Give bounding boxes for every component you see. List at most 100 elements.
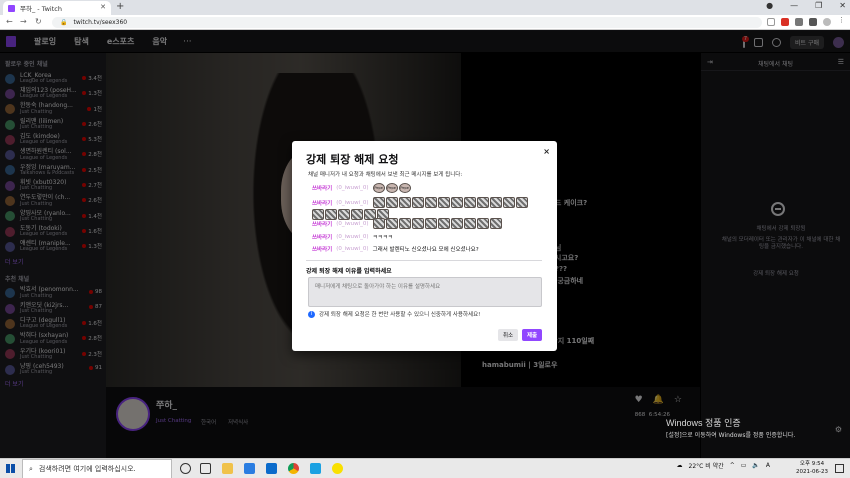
- taskbar-search-placeholder: 검색하려면 여기에 입력하십시오.: [38, 465, 136, 473]
- cortana-icon[interactable]: [180, 463, 191, 474]
- message-user: 쓰바라기: [312, 186, 333, 192]
- emote-icon: [424, 218, 437, 229]
- message-user: 쓰바라기: [312, 247, 333, 253]
- address-bar-row: ← → ↻ 🔒 twitch.tv/seex360 ⋮: [0, 15, 850, 30]
- ime-indicator[interactable]: A: [766, 462, 770, 469]
- kakaotalk-icon[interactable]: [332, 463, 343, 474]
- store-icon[interactable]: [244, 463, 255, 474]
- volume-icon[interactable]: 🔈: [752, 462, 759, 469]
- emote-icon: [372, 197, 385, 208]
- emote-icon: [398, 218, 411, 229]
- windows-start-icon[interactable]: [6, 464, 15, 473]
- emote-icon: [463, 197, 476, 208]
- close-window-icon[interactable]: ✕: [839, 1, 846, 10]
- message-text: ㅋㅋㅋㅋ: [372, 235, 393, 241]
- submit-button[interactable]: 제출: [522, 329, 542, 341]
- star-icon[interactable]: [767, 18, 775, 26]
- taskbar-search[interactable]: ⌕ 검색하려면 여기에 입력하십시오.: [22, 459, 172, 478]
- info-icon: i: [308, 310, 315, 318]
- profile-avatar-icon[interactable]: [823, 18, 831, 26]
- task-view-icon[interactable]: [200, 463, 211, 474]
- modal-title: 강제 퇴장 해제 요청: [306, 153, 399, 166]
- emote-icon: [450, 197, 463, 208]
- emote-icon: [476, 218, 489, 229]
- back-icon[interactable]: ←: [6, 17, 13, 26]
- emote-icon: [411, 218, 424, 229]
- pepe-emote-icon: Pepe: [385, 183, 398, 193]
- emote-icon: [515, 197, 528, 208]
- mail-icon[interactable]: [266, 463, 277, 474]
- message-user-id: (0_iwuwi_0): [336, 220, 369, 227]
- lock-icon: 🔒: [60, 19, 68, 26]
- pepe-emote-icon: Pepe: [372, 183, 385, 193]
- edge-icon[interactable]: [310, 463, 321, 474]
- windows-activation-subtitle: [설정]으로 이동하여 Windows를 정품 인증합니다.: [666, 432, 796, 439]
- emote-icon: [463, 218, 476, 229]
- taskbar-clock[interactable]: 오후 9:54 2021-06-23: [796, 461, 828, 476]
- file-explorer-icon[interactable]: [222, 463, 233, 474]
- message-user: 쓰바라기: [312, 200, 333, 207]
- windows-activation-title: Windows 정품 인증: [666, 418, 741, 428]
- message-row: 쓰바라기 (0_iwuwi_0) ㅋㅋㅋㅋ: [312, 233, 538, 241]
- emote-icon: [502, 197, 515, 208]
- windows-taskbar: ⌕ 검색하려면 여기에 입력하십시오. ☁ 22°C 비 약간 ^ ▭ 🔈 A …: [0, 458, 850, 478]
- message-row: 쓰바라기 (0_iwuwi_0) 그래서 발렌티노 신오셨나요 모에 신오셨나요…: [312, 245, 538, 253]
- browser-tab[interactable]: 쭈하_ - Twitch ✕: [3, 1, 111, 15]
- emote-icon: [385, 197, 398, 208]
- message-user-id: (0_iwuwi_0): [336, 185, 369, 191]
- modal-close-icon[interactable]: ×: [543, 147, 550, 156]
- tab-close-icon[interactable]: ✕: [100, 3, 106, 11]
- tray-up-icon[interactable]: ^: [730, 462, 735, 469]
- action-center-icon[interactable]: [835, 464, 844, 473]
- pepe-emote-icon: Pepe: [398, 183, 411, 193]
- extensions-puzzle-icon[interactable]: [809, 18, 817, 26]
- emote-icon: [450, 218, 463, 229]
- search-icon: ⌕: [29, 464, 33, 473]
- tab-title: 쭈하_ - Twitch: [20, 5, 62, 13]
- message-user: 쓰바라기: [312, 221, 333, 228]
- message-row: 쓰바라기 (0_iwuwi_0): [312, 218, 538, 229]
- modal-divider: [306, 260, 542, 261]
- weather-text[interactable]: 22°C 비 약간: [689, 461, 724, 470]
- twitch-favicon-icon: [8, 4, 15, 12]
- profile-icon[interactable]: ●: [766, 1, 773, 10]
- cancel-button[interactable]: 취소: [498, 329, 518, 341]
- message-user-id: (0_iwuwi_0): [336, 199, 369, 206]
- maximize-icon[interactable]: ❐: [815, 1, 822, 10]
- network-icon[interactable]: ▭: [741, 462, 747, 469]
- menu-icon[interactable]: ⋮: [838, 16, 846, 24]
- message-row: 쓰바라기 (0_iwuwi_0): [312, 197, 538, 220]
- url-field[interactable]: 🔒 twitch.tv/seex360: [52, 17, 762, 28]
- message-user-id: (0_iwuwi_0): [336, 234, 369, 240]
- unban-request-modal: × 강제 퇴장 해제 요청 채널 매니저가 내 요청과 채팅에서 보낸 최근 메…: [292, 141, 557, 351]
- modal-description: 채널 매니저가 내 요청과 채팅에서 보낸 최근 메시지를 보게 됩니다:: [308, 172, 463, 178]
- message-user: 쓰바라기: [312, 235, 333, 241]
- clock-date: 2021-06-23: [796, 468, 828, 475]
- info-text: 강제 퇴장 해제 요청은 한 번만 사용할 수 있으니 신중하게 사용하세요!: [319, 312, 481, 318]
- emote-icon: [424, 197, 437, 208]
- emote-icon: [489, 197, 502, 208]
- weather-icon[interactable]: ☁: [677, 462, 683, 469]
- new-tab-icon[interactable]: +: [116, 1, 124, 12]
- reason-label: 강제 퇴장 해제 이유를 입력하세요: [306, 268, 392, 275]
- reason-textarea[interactable]: [308, 277, 542, 307]
- forward-icon[interactable]: →: [20, 17, 27, 26]
- emote-icon: [398, 197, 411, 208]
- emote-icon: [437, 218, 450, 229]
- extension-red-icon[interactable]: [781, 18, 789, 26]
- emote-icon: [372, 218, 385, 229]
- window-controls: ● — ❐ ✕: [766, 1, 846, 10]
- browser-tab-bar: 쭈하_ - Twitch ✕ + ● — ❐ ✕: [0, 0, 850, 15]
- extension-gray-icon[interactable]: [795, 18, 803, 26]
- message-row: 쓰바라기 (0_iwuwi_0) Pepe Pepe Pepe: [312, 183, 538, 193]
- emote-icon: [489, 218, 502, 229]
- message-user-id: (0_iwuwi_0): [336, 246, 369, 252]
- reload-icon[interactable]: ↻: [35, 17, 42, 26]
- emote-icon: [411, 197, 424, 208]
- message-text: 그래서 발렌티노 신오셨나요 모에 신오셨나요?: [372, 247, 479, 253]
- emote-icon: [476, 197, 489, 208]
- minimize-icon[interactable]: —: [790, 1, 798, 10]
- emote-icon: [385, 218, 398, 229]
- chrome-icon[interactable]: [288, 463, 299, 474]
- emote-icon: [437, 197, 450, 208]
